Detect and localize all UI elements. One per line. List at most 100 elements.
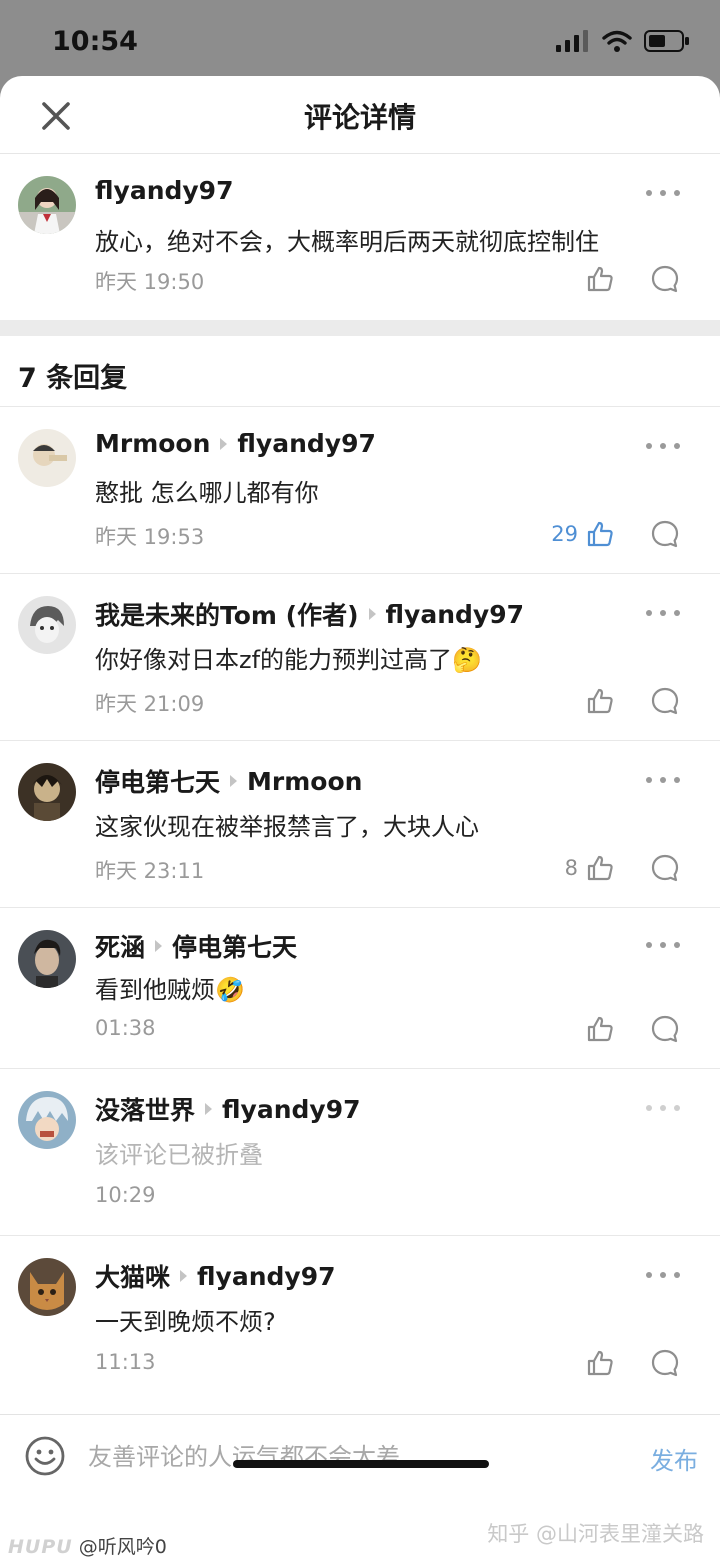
reply-bubble-icon[interactable] bbox=[650, 264, 680, 294]
like-count: 29 bbox=[551, 522, 578, 546]
comment-text: 这家伙现在被举报禁言了，大块人心 bbox=[95, 813, 479, 841]
main-comment: flyandy97 放心，绝对不会，大概率明后两天就彻底控制住 昨天 19:50 bbox=[0, 154, 720, 320]
reply-arrow-icon bbox=[368, 608, 376, 620]
comment-text: 一天到晚烦不烦? bbox=[95, 1308, 276, 1336]
comment-input[interactable] bbox=[88, 1437, 608, 1477]
like-button[interactable] bbox=[586, 686, 614, 716]
reply-target-name[interactable]: flyandy97 bbox=[197, 1262, 335, 1291]
comment-author: flyandy97 bbox=[95, 176, 233, 205]
reply-target-name[interactable]: flyandy97 bbox=[237, 429, 375, 458]
reply-bubble-icon[interactable] bbox=[650, 686, 680, 716]
avatar[interactable] bbox=[18, 763, 76, 821]
avatar-image bbox=[18, 1258, 76, 1316]
more-icon[interactable] bbox=[646, 1103, 680, 1113]
like-button[interactable]: 8 bbox=[565, 853, 614, 883]
comment-time: 01:38 bbox=[95, 1016, 156, 1040]
author-name[interactable]: 我是未来的Tom (作者) bbox=[95, 596, 359, 632]
avatar[interactable] bbox=[18, 429, 76, 487]
reply-authors: 停电第七天 Mrmoon bbox=[95, 763, 362, 799]
watermark-left: HUPU @听风吟0 bbox=[8, 1532, 167, 1558]
comment-time: 昨天 19:50 bbox=[95, 270, 205, 294]
like-button[interactable] bbox=[586, 1014, 614, 1044]
comment-text: 憨批 怎么哪儿都有你 bbox=[95, 479, 319, 507]
reply-arrow-icon bbox=[230, 775, 238, 787]
status-icons bbox=[556, 30, 690, 52]
more-icon[interactable] bbox=[646, 775, 680, 785]
author-name[interactable]: flyandy97 bbox=[95, 176, 233, 205]
avatar-image bbox=[18, 176, 76, 234]
reply-authors: 死涵 停电第七天 bbox=[95, 928, 297, 964]
thumbs-up-icon bbox=[587, 688, 613, 714]
avatar[interactable] bbox=[18, 1258, 76, 1316]
author-name[interactable]: 大猫咪 bbox=[95, 1258, 170, 1294]
status-bar: 10:54 bbox=[0, 0, 720, 80]
section-gap bbox=[0, 320, 720, 336]
home-indicator[interactable] bbox=[233, 1460, 489, 1468]
more-icon[interactable] bbox=[646, 188, 680, 198]
avatar[interactable] bbox=[18, 1091, 76, 1149]
avatar[interactable] bbox=[18, 176, 76, 234]
more-icon[interactable] bbox=[646, 608, 680, 618]
reply-target-name[interactable]: 停电第七天 bbox=[172, 928, 297, 964]
author-name[interactable]: 没落世界 bbox=[95, 1091, 195, 1127]
avatar-image bbox=[18, 930, 76, 988]
reply-arrow-icon bbox=[180, 1270, 188, 1282]
thumbs-up-icon bbox=[587, 855, 613, 881]
reply-item: 我是未来的Tom (作者) flyandy97 你好像对日本zf的能力预判过高了🤔… bbox=[0, 574, 720, 740]
reply-count-heading: 7 条回复 bbox=[18, 363, 128, 394]
thumbs-up-icon bbox=[587, 1350, 613, 1376]
more-icon[interactable] bbox=[646, 441, 680, 451]
battery-icon bbox=[644, 30, 689, 52]
reply-bubble-icon[interactable] bbox=[650, 1014, 680, 1044]
status-time: 10:54 bbox=[52, 26, 138, 57]
comment-detail-sheet: 评论详情 flyandy97 放心，绝对不会，大概率明后两天就彻底控制住 昨天 … bbox=[0, 76, 720, 1558]
reply-item: 停电第七天 Mrmoon 这家伙现在被举报禁言了，大块人心 昨天 23:11 8 bbox=[0, 741, 720, 907]
reply-item-folded: 没落世界 flyandy97 该评论已被折叠 10:29 bbox=[0, 1069, 720, 1235]
reply-item: 大猫咪 flyandy97 一天到晚烦不烦? 11:13 bbox=[0, 1236, 720, 1402]
thumbs-up-icon bbox=[587, 1016, 613, 1042]
reply-arrow-icon bbox=[155, 940, 163, 952]
reply-target-name[interactable]: flyandy97 bbox=[386, 600, 524, 629]
avatar-image bbox=[18, 596, 76, 654]
reply-item: Mrmoon flyandy97 憨批 怎么哪儿都有你 昨天 19:53 29 bbox=[0, 407, 720, 573]
avatar[interactable] bbox=[18, 930, 76, 988]
reply-authors: 我是未来的Tom (作者) flyandy97 bbox=[95, 596, 524, 632]
reply-item: 死涵 停电第七天 看到他贼烦🤣 01:38 bbox=[0, 908, 720, 1068]
publish-button[interactable]: 发布 bbox=[650, 1441, 698, 1476]
thumbs-up-icon bbox=[587, 521, 613, 547]
watermark-user: @听风吟0 bbox=[78, 1536, 167, 1558]
folded-comment-notice[interactable]: 该评论已被折叠 bbox=[95, 1135, 263, 1170]
avatar-image bbox=[18, 763, 76, 821]
like-button[interactable] bbox=[586, 1348, 614, 1378]
reply-arrow-icon bbox=[220, 437, 228, 450]
avatar[interactable] bbox=[18, 596, 76, 654]
sheet-header: 评论详情 bbox=[0, 76, 720, 154]
page-title: 评论详情 bbox=[303, 101, 416, 134]
wifi-icon bbox=[602, 30, 632, 52]
comment-text: 看到他贼烦🤣 bbox=[95, 976, 245, 1004]
author-name[interactable]: 死涵 bbox=[95, 928, 145, 964]
comment-text: 放心，绝对不会，大概率明后两天就彻底控制住 bbox=[95, 228, 599, 256]
avatar-image bbox=[18, 1091, 76, 1149]
more-icon[interactable] bbox=[646, 1270, 680, 1280]
like-button[interactable] bbox=[586, 264, 614, 294]
like-count: 8 bbox=[564, 856, 578, 880]
more-icon[interactable] bbox=[646, 940, 680, 950]
reply-authors: 大猫咪 flyandy97 bbox=[95, 1258, 336, 1294]
thumbs-up-icon bbox=[587, 266, 613, 292]
author-name[interactable]: 停电第七天 bbox=[95, 763, 220, 799]
reply-target-name[interactable]: Mrmoon bbox=[247, 767, 362, 796]
reply-target-name[interactable]: flyandy97 bbox=[222, 1095, 360, 1124]
comment-text: 你好像对日本zf的能力预判过高了🤔 bbox=[95, 646, 482, 674]
reply-bubble-icon[interactable] bbox=[650, 519, 680, 549]
reply-bubble-icon[interactable] bbox=[650, 1348, 680, 1378]
emoji-icon[interactable] bbox=[24, 1435, 66, 1477]
author-name[interactable]: Mrmoon bbox=[95, 429, 210, 458]
reply-arrow-icon bbox=[205, 1103, 213, 1115]
comment-time: 昨天 19:53 bbox=[95, 525, 205, 549]
like-button[interactable]: 29 bbox=[551, 519, 614, 549]
reply-bubble-icon[interactable] bbox=[650, 853, 680, 883]
comment-time: 11:13 bbox=[95, 1350, 156, 1374]
watermark-logo: HUPU bbox=[8, 1536, 73, 1558]
comment-time: 10:29 bbox=[95, 1183, 156, 1207]
